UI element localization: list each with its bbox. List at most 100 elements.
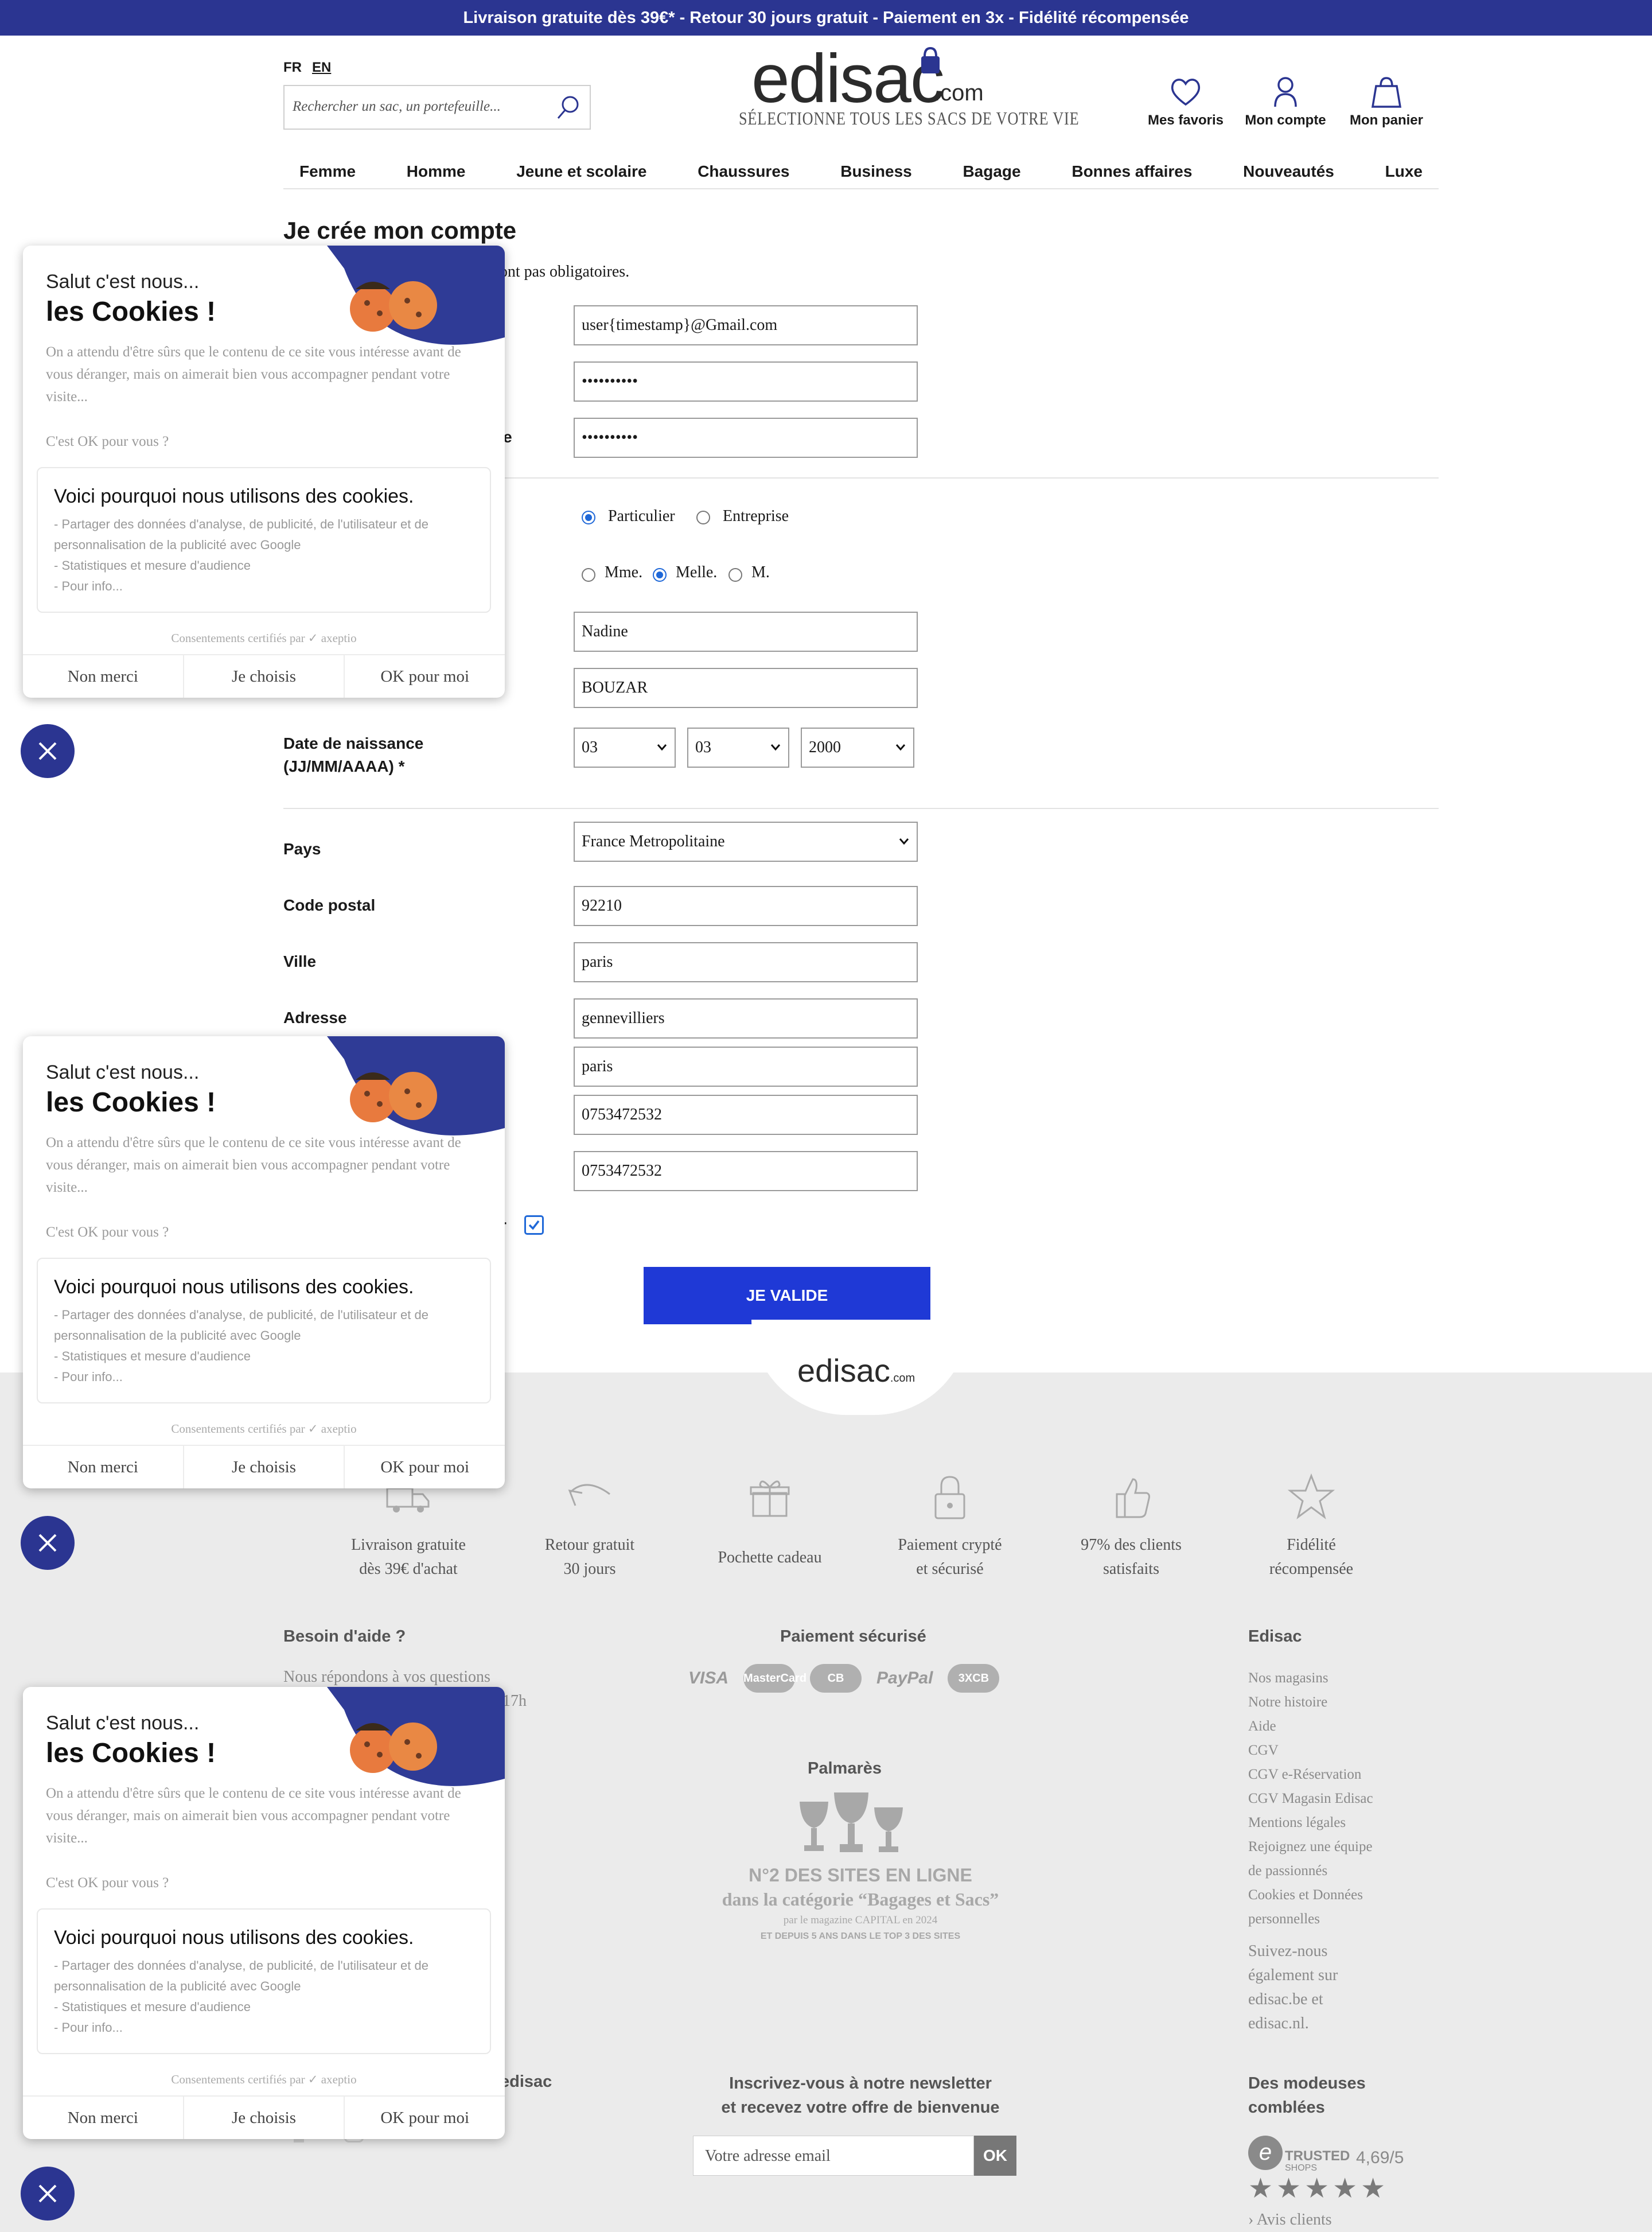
- cookie-decline-button[interactable]: Non merci: [23, 1446, 183, 1488]
- cookie-title: les Cookies !: [46, 297, 216, 327]
- footer-link[interactable]: Rejoignez une équipe: [1248, 1835, 1373, 1859]
- nav-item-nouveautes[interactable]: Nouveautés: [1243, 157, 1334, 188]
- newsletter-checkbox[interactable]: [524, 1215, 544, 1235]
- account-link[interactable]: Mon compte: [1242, 73, 1328, 129]
- feature-secure-payment: Paiement crypté et sécurisé: [870, 1471, 1030, 1581]
- email-field[interactable]: user{timestamp}@Gmail.com: [574, 305, 918, 345]
- favorites-link[interactable]: Mes favoris: [1143, 73, 1229, 129]
- footer-link[interactable]: Nos magasins: [1248, 1666, 1373, 1690]
- nav-item-jeune[interactable]: Jeune et scolaire: [516, 157, 646, 188]
- footer-link[interactable]: Mentions légales: [1248, 1811, 1373, 1835]
- cb-icon: CB: [810, 1664, 862, 1693]
- address2-field[interactable]: paris: [574, 1047, 918, 1087]
- radio-particulier[interactable]: [582, 511, 595, 524]
- cookie-accept-button[interactable]: OK pour moi: [344, 655, 505, 698]
- account-label: Mon compte: [1245, 112, 1326, 128]
- cookie-purposes-box: Voici pourquoi nous utilisons des cookie…: [37, 1258, 491, 1403]
- cookie-decline-button[interactable]: Non merci: [23, 2097, 183, 2139]
- lang-fr[interactable]: FR: [283, 60, 302, 76]
- nav-item-bonnes-affaires[interactable]: Bonnes affaires: [1072, 157, 1192, 188]
- radio-entreprise[interactable]: [696, 511, 710, 524]
- cookie-purposes-title: Voici pourquoi nous utilisons des cookie…: [54, 1927, 414, 1949]
- dob-year-select[interactable]: 2000: [801, 728, 914, 768]
- cookie-accept-button[interactable]: OK pour moi: [344, 1446, 505, 1488]
- footer-link[interactable]: CGV: [1248, 1739, 1373, 1763]
- password-field[interactable]: ••••••••••: [574, 361, 918, 402]
- cookie-choose-button[interactable]: Je choisis: [182, 2097, 344, 2139]
- label-mme: Mme.: [605, 563, 643, 581]
- first-name-field[interactable]: Nadine: [574, 612, 918, 652]
- newsletter-email-input[interactable]: Votre adresse email: [693, 2136, 974, 2176]
- logo-wordmark: edisac: [751, 40, 945, 117]
- cookie-choose-button[interactable]: Je choisis: [182, 655, 344, 698]
- cookie-buttons: Non merci Je choisis OK pour moi: [23, 1445, 505, 1488]
- city-field[interactable]: paris: [574, 942, 918, 982]
- cookie-certified: Consentements certifiés par ✓ axeptio: [171, 2072, 357, 2086]
- cookie-purpose-item[interactable]: - Pour info...: [54, 1367, 478, 1387]
- cookie-purposes-title: Voici pourquoi nous utilisons des cookie…: [54, 1276, 414, 1298]
- reviews-title: Des modeuses comblées: [1248, 2074, 1366, 2117]
- cookie-purpose-item[interactable]: - Pour info...: [54, 2017, 478, 2038]
- country-select[interactable]: France Metropolitaine: [574, 822, 918, 862]
- cart-link[interactable]: Mon panier: [1343, 73, 1429, 129]
- edisac-links: Nos magasins Notre histoire Aide CGV CGV…: [1248, 1666, 1373, 2036]
- radio-melle[interactable]: [653, 568, 667, 582]
- visa-icon: VISA: [688, 1669, 729, 1687]
- reviews-link[interactable]: › Avis clients: [1248, 2208, 1332, 2232]
- last-name-field[interactable]: BOUZAR: [574, 668, 918, 708]
- mobile-field[interactable]: 0753472532: [574, 1151, 918, 1191]
- footer-link[interactable]: Aide: [1248, 1714, 1373, 1739]
- cookie-choose-button[interactable]: Je choisis: [182, 1446, 344, 1488]
- cookie-decline-button[interactable]: Non merci: [23, 655, 183, 698]
- cookie-purpose-text: Pour info...: [61, 2020, 123, 2035]
- address-field[interactable]: gennevilliers: [574, 998, 918, 1039]
- footer-link[interactable]: de passionnés: [1248, 1859, 1373, 1883]
- dob-month-select[interactable]: 03: [687, 728, 789, 768]
- footer-link[interactable]: CGV Magasin Edisac: [1248, 1787, 1373, 1811]
- nav-item-bagage[interactable]: Bagage: [963, 157, 1020, 188]
- top-banner: Livraison gratuite dès 39€* - Retour 30 …: [0, 0, 1652, 36]
- nav-item-business[interactable]: Business: [840, 157, 912, 188]
- nav-item-homme[interactable]: Homme: [407, 157, 466, 188]
- help-title: Besoin d'aide ?: [283, 1627, 406, 1646]
- phone-field[interactable]: 0753472532: [574, 1095, 918, 1135]
- feature-text: Pochette cadeau: [718, 1549, 822, 1566]
- nav-item-luxe[interactable]: Luxe: [1385, 157, 1423, 188]
- lang-en[interactable]: EN: [312, 60, 331, 76]
- cookie-purpose-item[interactable]: - Pour info...: [54, 576, 478, 597]
- dob-day-select[interactable]: 03: [574, 728, 676, 768]
- nav-item-chaussures[interactable]: Chaussures: [698, 157, 789, 188]
- footer-link[interactable]: Notre histoire: [1248, 1690, 1373, 1714]
- cookie-ok-question: C'est OK pour vous ?: [46, 1224, 169, 1240]
- site-logo[interactable]: edisac .com SÉLECTIONNE TOUS LES SACS DE…: [739, 40, 1079, 133]
- cookie-buttons: Non merci Je choisis OK pour moi: [23, 654, 505, 698]
- postal-code-field[interactable]: 92210: [574, 886, 918, 926]
- search-icon[interactable]: [553, 93, 583, 123]
- footer-logo-text: edisac: [797, 1352, 890, 1389]
- submit-button[interactable]: JE VALIDE: [644, 1267, 930, 1324]
- newsletter-ok-button[interactable]: OK: [974, 2136, 1016, 2176]
- edisac-title: Edisac: [1248, 1627, 1302, 1646]
- cookie-purpose-text: Partager des données d'analyse, de publi…: [54, 1958, 428, 1993]
- star-icon: [1287, 1473, 1335, 1519]
- nav-item-femme[interactable]: Femme: [299, 157, 356, 188]
- footer-link[interactable]: personnelles: [1248, 1907, 1373, 1931]
- palmares-line3: par le magazine CAPITAL en 2024: [783, 1914, 938, 1926]
- footer-link[interactable]: CGV e-Réservation: [1248, 1763, 1373, 1787]
- cookie-purpose-item: - Partager des données d'analyse, de pub…: [54, 517, 428, 552]
- logo-tagline: SÉLECTIONNE TOUS LES SACS DE VOTRE VIE: [739, 108, 1080, 129]
- footer-logo[interactable]: edisac.com: [797, 1352, 915, 1389]
- cookie-purpose-item: - Statistiques et mesure d'audience: [54, 2000, 251, 2014]
- cookie-accept-button[interactable]: OK pour moi: [344, 2097, 505, 2139]
- radio-mme[interactable]: [582, 568, 595, 582]
- radio-m[interactable]: [728, 568, 742, 582]
- search-input[interactable]: Rechercher un sac, un portefeuille...: [293, 99, 501, 115]
- city-label: Ville: [283, 952, 317, 970]
- cookie-purpose-item: - Partager des données d'analyse, de pub…: [54, 1958, 428, 1993]
- cookie-close-button[interactable]: [21, 724, 75, 778]
- cookie-close-button[interactable]: [21, 2167, 75, 2221]
- footer-link[interactable]: Cookies et Données: [1248, 1883, 1373, 1907]
- search-box[interactable]: Rechercher un sac, un portefeuille...: [283, 85, 591, 130]
- password-confirm-field[interactable]: ••••••••••: [574, 418, 918, 458]
- cookie-close-button[interactable]: [21, 1516, 75, 1570]
